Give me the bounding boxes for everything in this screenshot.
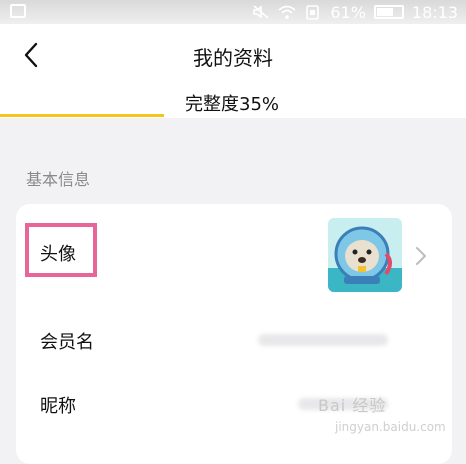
nickname-label[interactable]: 昵称 <box>40 392 76 418</box>
chevron-right-icon <box>416 247 426 265</box>
sim-icon <box>306 5 320 20</box>
active-tab-indicator <box>0 114 164 117</box>
member-name-value-blurred <box>258 334 388 346</box>
watermark-logo: Bai 经验 <box>318 396 387 415</box>
clock: 18:13 <box>411 2 458 22</box>
status-indicators: 61% 18:13 <box>252 2 458 22</box>
highlight-box <box>25 223 97 277</box>
mute-icon <box>253 5 269 19</box>
battery-percent: 61% <box>330 2 366 22</box>
otter-avatar-icon <box>328 218 402 292</box>
avatar[interactable] <box>328 218 402 292</box>
section-title: 基本信息 <box>26 170 91 189</box>
wifi-icon <box>278 5 296 19</box>
battery-icon <box>373 5 404 19</box>
header: 我的资料 <box>0 24 466 86</box>
page-title: 我的资料 <box>193 46 273 70</box>
image-icon <box>10 4 26 18</box>
watermark-url: jingyan.baidu.com <box>335 420 446 434</box>
tab-completeness[interactable]: 完整度35% <box>185 90 279 116</box>
status-bar: 61% 18:13 <box>0 0 466 24</box>
member-name-label[interactable]: 会员名 <box>40 328 94 354</box>
